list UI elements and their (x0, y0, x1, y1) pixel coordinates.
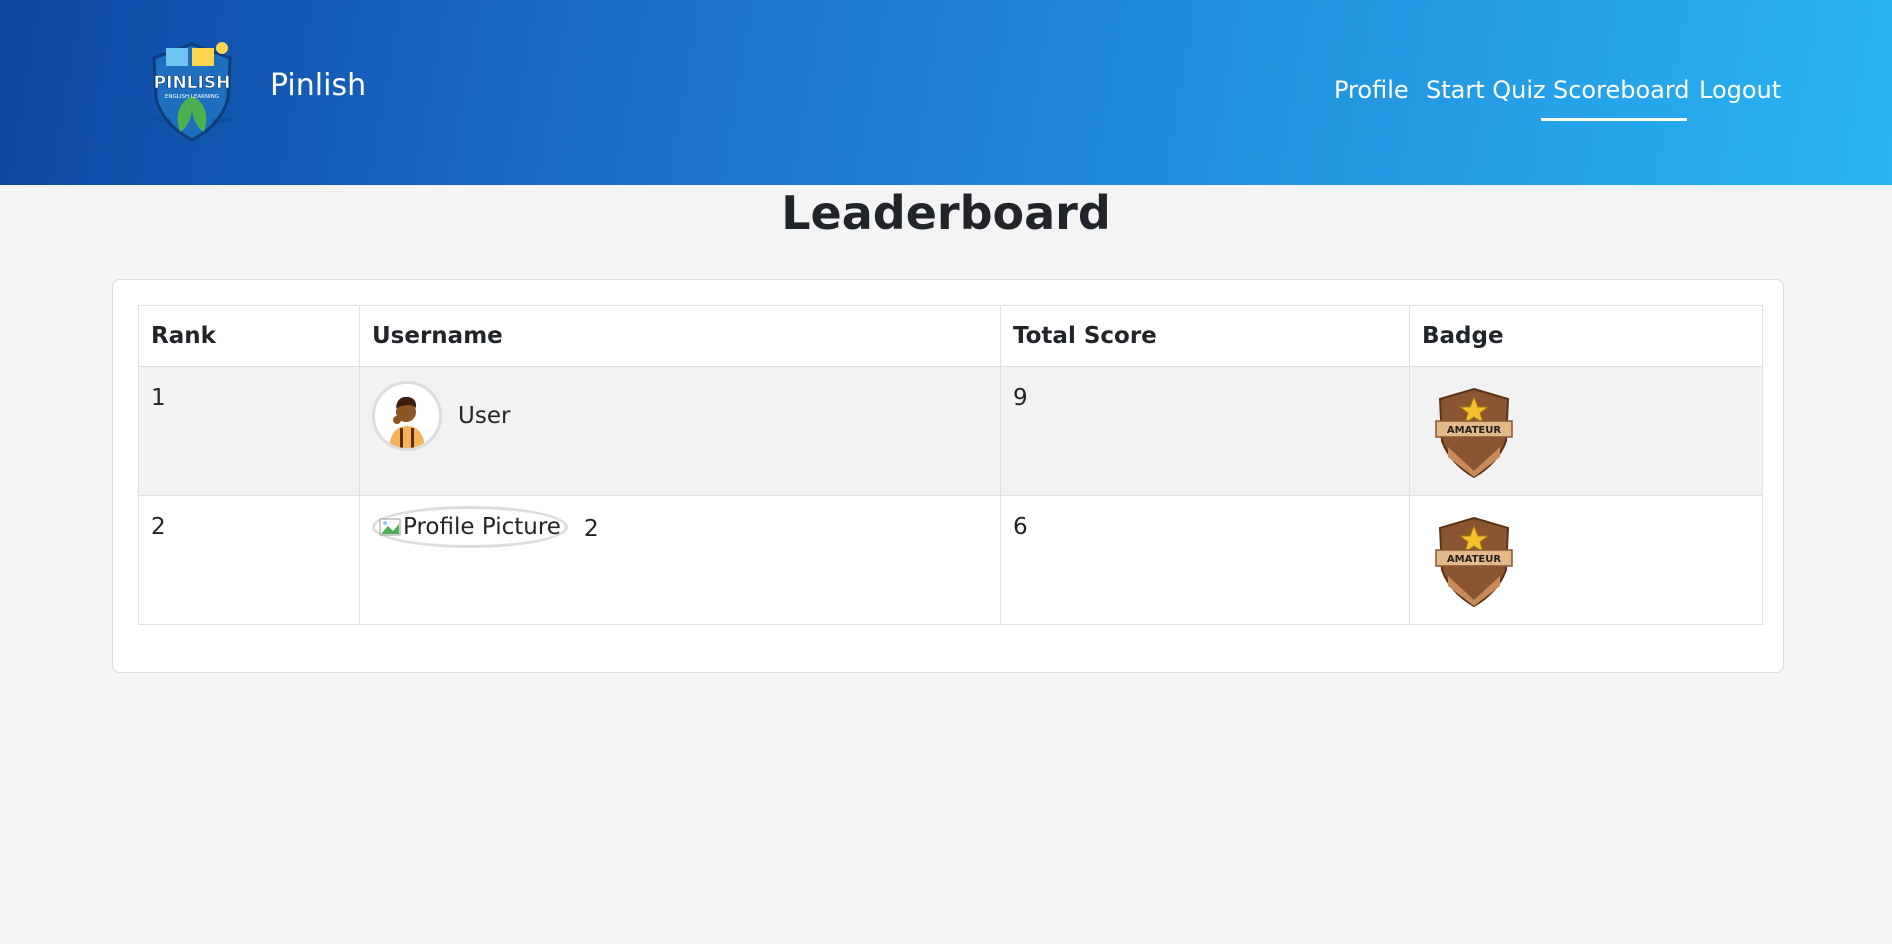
score-cell: 9 (1000, 366, 1410, 496)
table-header-row: Rank Username Total Score Badge (138, 305, 1763, 367)
table-row: 2 Profile Picture 2 6 AMATEUR (138, 495, 1763, 625)
svg-text:AMATEUR: AMATEUR (1447, 425, 1501, 436)
svg-text:TRUST: TRUST (155, 118, 171, 124)
column-header-badge: Badge (1409, 305, 1763, 367)
top-navbar: PINLISH ENGLISH LEARNING TRUST GROWTH Pi… (0, 0, 1892, 185)
nav-logout[interactable]: Logout (1699, 76, 1781, 104)
username-cell: Profile Picture 2 (359, 495, 1001, 625)
rank-cell: 1 (138, 366, 360, 496)
amateur-badge-icon: AMATEUR (1435, 387, 1513, 479)
page-title: Leaderboard (781, 186, 1111, 240)
table-row: 1 User 9 AMATEUR (138, 366, 1763, 496)
nav-profile[interactable]: Profile (1334, 76, 1409, 104)
nav-scoreboard[interactable]: Scoreboard (1553, 76, 1690, 104)
column-header-username: Username (359, 305, 1001, 367)
username-text: 2 (583, 516, 599, 542)
username-cell: User (359, 366, 1001, 496)
column-header-total-score: Total Score (1000, 305, 1410, 367)
svg-text:AMATEUR: AMATEUR (1447, 554, 1501, 565)
leaderboard-card: Rank Username Total Score Badge 1 User 9… (112, 279, 1784, 673)
profile-picture-alt-text: Profile Picture (403, 514, 561, 540)
badge-cell: AMATEUR (1409, 495, 1763, 625)
svg-text:GROWTH: GROWTH (212, 118, 233, 124)
svg-text:ENGLISH LEARNING: ENGLISH LEARNING (165, 94, 219, 100)
svg-text:PINLISH: PINLISH (154, 73, 231, 93)
profile-picture-broken-image: Profile Picture (372, 506, 568, 548)
broken-image-icon (379, 518, 401, 536)
amateur-badge-icon: AMATEUR (1435, 516, 1513, 608)
active-nav-indicator (1541, 118, 1687, 121)
nav-start-quiz[interactable]: Start Quiz (1426, 76, 1546, 104)
username-text: User (458, 403, 511, 429)
column-header-rank: Rank (138, 305, 360, 367)
badge-cell: AMATEUR (1409, 366, 1763, 496)
score-cell: 6 (1000, 495, 1410, 625)
brand-name[interactable]: Pinlish (270, 68, 366, 103)
pinlish-logo[interactable]: PINLISH ENGLISH LEARNING TRUST GROWTH (142, 36, 242, 144)
rank-cell: 2 (138, 495, 360, 625)
user-avatar (372, 381, 442, 451)
leaderboard-table: Rank Username Total Score Badge 1 User 9… (138, 305, 1763, 625)
